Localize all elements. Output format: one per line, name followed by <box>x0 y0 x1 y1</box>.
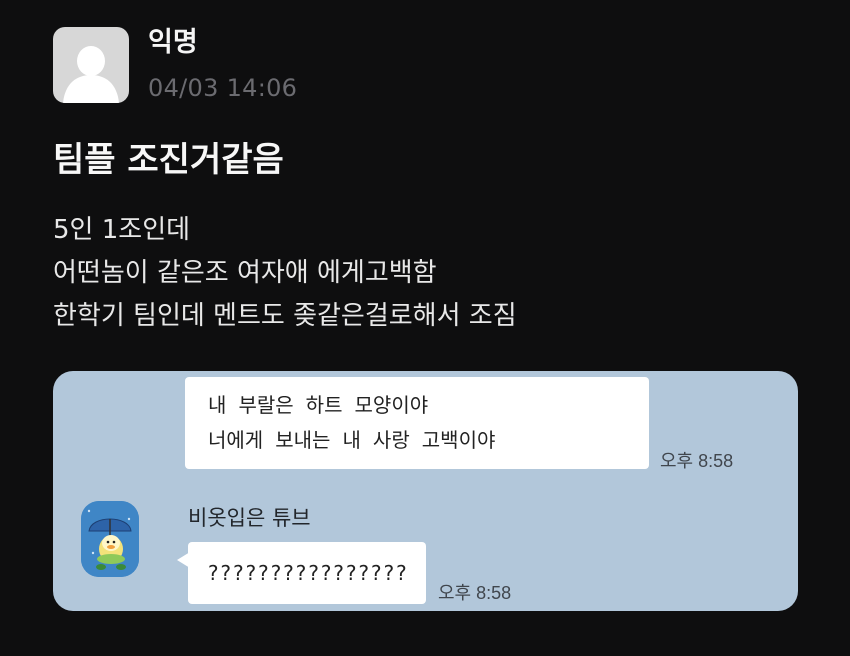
author-meta: 익명 04/03 14:06 <box>148 27 297 102</box>
post-screen: 익명 04/03 14:06 팀플 조진거같음 5인 1조인데 어떤놈이 같은조… <box>0 0 850 656</box>
sent-message-line: 내 부랄은 하트 모양이야 <box>208 393 429 417</box>
default-user-icon <box>63 46 119 103</box>
sender-name: 비옷입은 튜브 <box>188 506 311 530</box>
post-title: 팀플 조진거같음 <box>53 140 284 180</box>
author-row: 익명 04/03 14:06 <box>53 27 297 103</box>
sent-message-bubble: 내 부랄은 하트 모양이야 너에게 보내는 내 사랑 고백이야 <box>185 377 649 469</box>
post-timestamp: 04/03 14:06 <box>148 74 298 102</box>
post-body-line: 한학기 팀인데 멘트도 좆같은걸로해서 조짐 <box>53 301 517 331</box>
post-body-line: 5인 1조인데 <box>53 215 191 245</box>
sent-message-line: 너에게 보내는 내 사랑 고백이야 <box>208 428 496 452</box>
author-name: 익명 <box>148 27 198 58</box>
tube-raincoat-umbrella-icon <box>81 501 139 577</box>
sent-message-time: 오후 8:58 <box>660 451 734 471</box>
post-body-line: 어떤놈이 같은조 여자애 에게고백함 <box>53 258 437 288</box>
friend-avatar <box>81 501 139 577</box>
received-message-bubble: ???????????????? <box>188 542 426 604</box>
author-avatar <box>53 27 129 103</box>
chat-screenshot: 내 부랄은 하트 모양이야 너에게 보내는 내 사랑 고백이야 오후 8:58 <box>53 371 798 611</box>
post-body: 5인 1조인데 어떤놈이 같은조 여자애 에게고백함 한학기 팀인데 멘트도 좆… <box>53 209 517 338</box>
received-message-time: 오후 8:58 <box>438 583 512 603</box>
